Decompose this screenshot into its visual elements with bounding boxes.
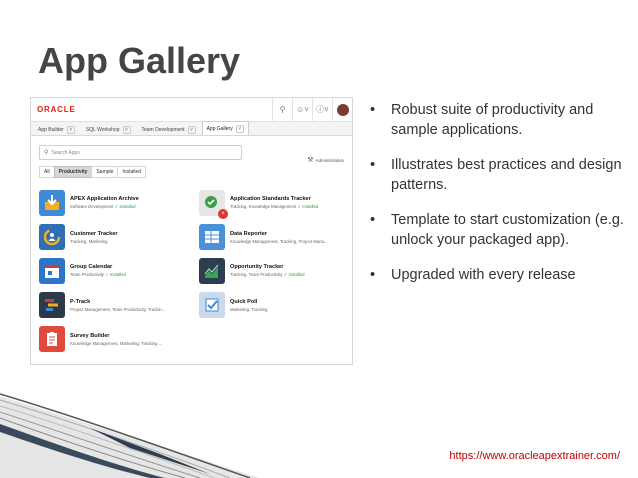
checkmark-icon: [199, 292, 225, 318]
filter-all[interactable]: All: [39, 166, 55, 178]
search-icon: ⚲: [44, 150, 49, 156]
chevron-down-icon[interactable]: ˅: [122, 125, 131, 134]
person-chart-icon: [39, 224, 65, 250]
bullet-dot-icon: •: [370, 157, 376, 173]
calendar-icon: [39, 258, 65, 284]
report-table-icon: [199, 224, 225, 250]
app-card[interactable]: Quick Poll Marketing, Tracking: [199, 288, 351, 322]
installed-label: Installed: [288, 272, 305, 277]
footer-url-link[interactable]: https://www.oracleapextrainer.com/: [449, 450, 620, 462]
user-menu-icon[interactable]: ☺˅: [292, 98, 312, 121]
app-card[interactable]: Group Calendar Team Productivity ✓ Insta…: [39, 254, 199, 288]
chevron-down-icon[interactable]: ˅: [235, 124, 244, 133]
bullet-dot-icon: •: [370, 212, 376, 228]
administration-link[interactable]: ⚒ Administration: [307, 156, 344, 164]
bullet-text: Upgraded with every release: [391, 267, 576, 283]
clipboard-icon: [39, 326, 65, 352]
app-card[interactable]: × Application Standards Tracker Tracking…: [199, 186, 351, 220]
decorative-swoosh: [0, 393, 260, 478]
app-card[interactable]: Survey Builder Knowledge Management, Mar…: [39, 322, 199, 356]
avatar: [336, 103, 349, 116]
tab-team-development[interactable]: Team Development ˅: [137, 123, 201, 135]
archive-download-icon: [39, 190, 65, 216]
main-tabs: App Builder ˅ SQL Workshop ˅ Team Developm…: [31, 121, 352, 136]
app-name: Quick Poll: [230, 298, 258, 305]
app-name: Opportunity Tracker: [230, 264, 284, 270]
trend-chart-icon: [199, 258, 225, 284]
help-menu-icon[interactable]: ⓘ˅: [312, 98, 332, 121]
app-category: Tracking, Knowledge Management: [230, 204, 297, 209]
installed-badge: ✓ Installed: [105, 272, 126, 277]
app-card[interactable]: APEX Application Archive Software Develo…: [39, 186, 199, 220]
wrench-icon: ⚒: [307, 157, 314, 164]
administration-label: Administration: [315, 157, 344, 163]
tab-sql-workshop[interactable]: SQL Workshop ˅: [81, 123, 136, 135]
bullet-item: • Robust suite of productivity and sample…: [370, 100, 632, 140]
app-name: Data Reporter: [230, 230, 267, 237]
search-icon[interactable]: ⚲: [272, 98, 292, 121]
app-card[interactable]: Data Reporter Knowledge Management, Trac…: [199, 220, 351, 254]
app-name: APEX Application Archive: [70, 196, 139, 202]
app-name: Survey Builder: [70, 332, 110, 339]
installed-badge: ✓ Installed: [297, 204, 319, 209]
bullet-dot-icon: •: [370, 267, 376, 283]
app-card[interactable]: P-Track Project Management, Team Product…: [39, 288, 199, 322]
filter-installed[interactable]: Installed: [117, 166, 147, 178]
chevron-down-icon[interactable]: ˅: [187, 125, 196, 134]
app-gallery-screenshot: ORACLE ⚲ ☺˅ ⓘ˅ App Builder ˅ SQL Workshop…: [30, 97, 353, 365]
bullet-dot-icon: •: [370, 102, 376, 118]
installed-label: Installed: [109, 272, 126, 277]
app-card[interactable]: Customer Tracker Tracking, Marketing: [39, 220, 199, 254]
app-category: Software Development: [70, 204, 114, 209]
installed-label: Installed: [302, 204, 319, 209]
app-name: P-Track: [70, 298, 91, 305]
top-bar: ORACLE ⚲ ☺˅ ⓘ˅: [31, 98, 352, 121]
tab-label: App Builder: [38, 126, 64, 133]
bullet-item: • Template to start customization (e.g. u…: [370, 210, 632, 250]
installed-badge: ✓ Installed: [283, 272, 305, 277]
tab-label: SQL Workshop: [85, 126, 120, 133]
tab-app-builder[interactable]: App Builder ˅: [33, 123, 80, 135]
oracle-logo: ORACLE: [37, 105, 76, 114]
app-category: Team Productivity: [70, 272, 104, 277]
check-x-icon: ×: [199, 190, 228, 219]
tab-app-gallery[interactable]: App Gallery ˅: [201, 121, 249, 135]
gantt-icon: [39, 292, 65, 318]
tab-label: Team Development: [141, 126, 185, 133]
app-name: Customer Tracker: [70, 230, 118, 237]
app-category: Marketing, Tracking: [230, 306, 268, 312]
bullet-text: Template to start customization (e.g. un…: [391, 212, 624, 248]
bullet-text: Robust suite of productivity and sample …: [391, 102, 594, 138]
installed-badge: ✓ Installed: [114, 204, 136, 209]
bullet-list: • Robust suite of productivity and sample…: [370, 100, 632, 300]
filter-productivity[interactable]: Productivity: [53, 166, 93, 178]
bullet-text: Illustrates best practices and design pa…: [391, 157, 622, 193]
bullet-item: • Upgraded with every release: [370, 265, 632, 285]
tab-label: App Gallery: [206, 125, 233, 132]
app-category: Knowledge Management, Tracking, Project …: [230, 238, 328, 244]
gallery-content: ⚲ ⚒ Administration All Productivity Samp…: [31, 136, 352, 356]
installed-label: Installed: [119, 204, 136, 209]
search-input[interactable]: [51, 149, 232, 156]
app-category: Tracking, Marketing: [70, 238, 108, 244]
filter-buttons: All Productivity Sample Installed: [39, 166, 352, 178]
app-name: Application Standards Tracker: [230, 196, 311, 202]
app-name: Group Calendar: [70, 264, 113, 270]
search-box[interactable]: ⚲: [39, 145, 242, 160]
bullet-item: • Illustrates best practices and design p…: [370, 155, 632, 195]
slide-title: App Gallery: [38, 40, 241, 81]
app-category: Tracking, Team Productivity: [230, 272, 283, 277]
app-grid: APEX Application Archive Software Develo…: [39, 186, 352, 356]
app-card[interactable]: Opportunity Tracker Tracking, Team Produ…: [199, 254, 351, 288]
app-category: Knowledge Management, Marketing, Trackin…: [70, 340, 163, 346]
app-category: Project Management, Team Productivity, T…: [70, 306, 166, 312]
filter-sample[interactable]: Sample: [91, 166, 119, 178]
x-badge-icon: ×: [218, 209, 228, 219]
chevron-down-icon[interactable]: ˅: [66, 125, 75, 134]
profile-menu[interactable]: [332, 98, 352, 121]
